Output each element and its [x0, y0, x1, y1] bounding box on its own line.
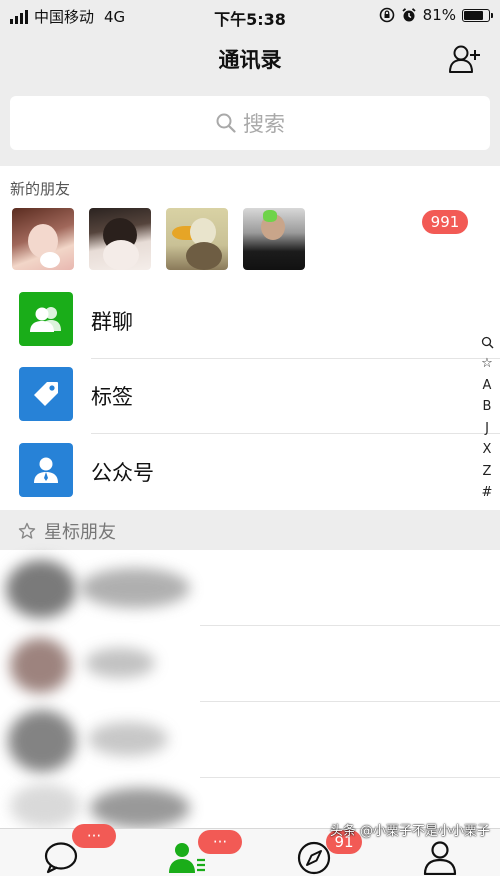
alphabet-index[interactable]: ☆ A B J X Z # [478, 332, 496, 504]
contact-row[interactable] [0, 550, 500, 626]
rotation-lock-icon [379, 7, 394, 23]
chat-tab-icon[interactable] [42, 841, 82, 875]
contact-row[interactable] [0, 626, 500, 702]
contacts-tab-badge: ··· [198, 830, 242, 854]
nav-bar: 通讯录 [0, 32, 500, 88]
status-bar: 中国移动 4G 下午5:38 81% [0, 0, 500, 32]
alarm-icon [402, 8, 416, 22]
add-friend-icon[interactable] [448, 44, 482, 74]
tag-icon [19, 367, 73, 421]
new-friends-avatars [12, 208, 305, 270]
search-input[interactable]: 搜索 [10, 96, 490, 150]
me-tab-icon[interactable] [420, 841, 460, 875]
new-friends-label: 新的朋友 [10, 180, 71, 198]
group-chat-item[interactable]: 群聊 [0, 284, 500, 359]
search-area: 搜索 [0, 96, 500, 158]
feature-list: 群聊 标签 公众号 [0, 284, 500, 510]
battery-icon [462, 8, 493, 22]
search-placeholder: 搜索 [243, 112, 285, 136]
index-letter[interactable]: # [482, 482, 493, 504]
avatar[interactable] [12, 208, 74, 270]
official-account-item[interactable]: 公众号 [0, 435, 500, 510]
avatar[interactable] [89, 208, 151, 270]
chat-tab-badge: ··· [72, 824, 116, 848]
index-letter[interactable]: J [485, 418, 489, 440]
tag-item[interactable]: 标签 [0, 359, 500, 434]
battery-fill [464, 10, 484, 20]
new-friends-badge: 991 [422, 210, 468, 234]
search-icon[interactable] [481, 336, 494, 349]
starred-friends-label: 星标朋友 [44, 522, 116, 543]
index-letter[interactable]: Z [483, 461, 492, 483]
avatar[interactable] [243, 208, 305, 270]
watermark-text: 头条 @小栗子不是小小栗子 [329, 824, 490, 839]
starred-friends-header: 星标朋友 [0, 510, 500, 550]
starred-friends-label-wrap: 星标朋友 [18, 518, 116, 544]
contact-list [0, 550, 500, 828]
contact-row[interactable] [0, 702, 500, 778]
group-chat-label: 群聊 [91, 310, 133, 334]
index-letter[interactable]: ☆ [481, 353, 493, 375]
tag-label: 标签 [91, 385, 133, 409]
official-account-icon [19, 443, 73, 497]
avatar[interactable] [166, 208, 228, 270]
divider [91, 433, 500, 434]
index-letter[interactable]: B [483, 396, 492, 418]
group-chat-icon [19, 292, 73, 346]
index-letter[interactable]: A [483, 375, 492, 397]
status-right: 81% [379, 6, 493, 24]
battery-percent: 81% [422, 6, 456, 24]
official-account-label: 公众号 [91, 461, 154, 485]
search-icon [216, 113, 236, 133]
index-letter[interactable]: X [483, 439, 492, 461]
star-icon [18, 522, 36, 539]
page-title: 通讯录 [218, 48, 282, 72]
